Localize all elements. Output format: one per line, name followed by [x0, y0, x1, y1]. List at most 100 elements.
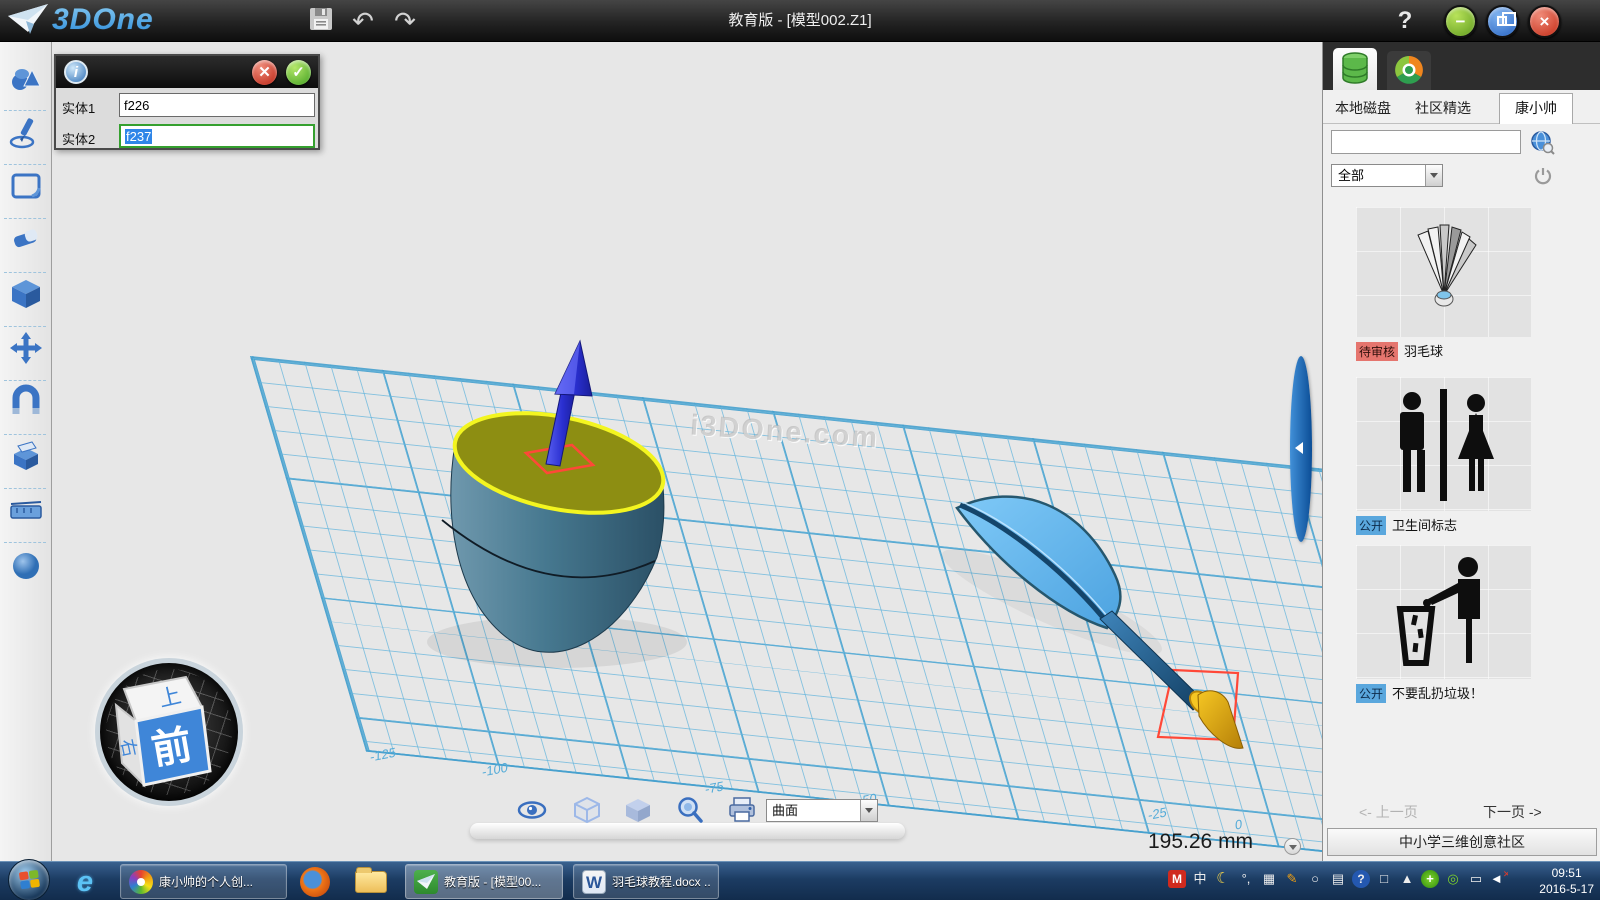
help-tray-icon[interactable]: ?: [1352, 870, 1370, 888]
search-button[interactable]: [1529, 129, 1555, 155]
task-word-document[interactable]: W 羽毛球教程.docx ...: [573, 864, 719, 899]
task-label: 羽毛球教程.docx ...: [612, 873, 710, 890]
wireframe-view-button[interactable]: [572, 795, 602, 825]
status-badge-public: 公开: [1356, 516, 1386, 535]
toolbar-separator: [4, 272, 46, 273]
library-tab[interactable]: [1333, 48, 1377, 90]
dimension-expander[interactable]: [1284, 838, 1301, 855]
undo-button[interactable]: ↶: [348, 6, 378, 36]
dropdown-arrow-button[interactable]: [1425, 165, 1442, 186]
toolbar-item-magnet[interactable]: [8, 384, 44, 420]
entity1-field[interactable]: [119, 93, 315, 117]
firefox-icon[interactable]: [300, 867, 330, 897]
internet-explorer-icon[interactable]: e: [70, 867, 100, 897]
view-cube-widget[interactable]: 上 右 前: [95, 658, 243, 806]
refresh-power-button[interactable]: [1533, 166, 1553, 186]
toolbar-item-feature[interactable]: [8, 276, 44, 312]
chevron-left-icon: [1295, 442, 1303, 454]
community-site-button[interactable]: 中小学三维创意社区: [1327, 828, 1597, 856]
community-tab[interactable]: [1387, 51, 1431, 90]
windows-flag-icon: [19, 870, 41, 891]
restore-button[interactable]: [1486, 5, 1519, 38]
community-panel: 本地磁盘 社区精选 康小帅 全部: [1322, 42, 1600, 861]
render-mode-dropdown[interactable]: 曲面: [766, 799, 878, 822]
move-arrows-icon: [8, 330, 44, 366]
feather-solid[interactable]: [957, 497, 1243, 749]
dialog-ok-button[interactable]: ✓: [286, 60, 311, 85]
clock[interactable]: 09:51 2016-5-17: [1539, 865, 1594, 897]
entity2-field[interactable]: f237: [119, 124, 315, 148]
prev-page-button[interactable]: <- 上一页: [1359, 802, 1418, 822]
panel-collapse-handle[interactable]: [1290, 356, 1312, 542]
tab-community-featured[interactable]: 社区精选: [1415, 98, 1471, 118]
model-item-no-littering[interactable]: [1356, 545, 1531, 679]
restore-icon: [1497, 16, 1507, 26]
help-button[interactable]: ?: [1390, 4, 1420, 38]
redo-icon: ↷: [394, 6, 416, 36]
shield-tray-icon[interactable]: ◎: [1444, 870, 1462, 888]
category-filter-dropdown[interactable]: 全部: [1331, 164, 1443, 187]
status-badge-pending: 待审核: [1356, 342, 1398, 361]
filter-value: 全部: [1338, 168, 1364, 183]
next-page-button[interactable]: 下一页 ->: [1483, 802, 1542, 822]
toolbar-item-material[interactable]: [8, 548, 44, 584]
show-hidden-icons-button[interactable]: ▲: [1398, 870, 1416, 888]
model-item-restroom-sign[interactable]: [1356, 377, 1531, 511]
ime-tray-icon[interactable]: 中: [1191, 870, 1209, 888]
eye-icon: [517, 795, 547, 825]
toolbar-item-sketch[interactable]: [8, 114, 44, 150]
redo-button[interactable]: ↷: [390, 6, 420, 36]
magnifier-icon: [675, 795, 705, 825]
toolbar-item-primitives[interactable]: [8, 60, 44, 96]
toolbar-item-combine[interactable]: [8, 438, 44, 474]
toolbar-separator: [4, 380, 46, 381]
punctuation-tray-icon[interactable]: °,: [1237, 870, 1255, 888]
view-cube[interactable]: 上 右 前: [100, 663, 238, 801]
magnet-icon: [8, 384, 44, 420]
dropdown-arrow-button[interactable]: [860, 800, 877, 821]
minimize-button[interactable]: −: [1444, 5, 1477, 38]
search-tray-icon[interactable]: ○: [1306, 870, 1324, 888]
model-item-shuttlecock[interactable]: [1356, 207, 1531, 337]
window-tray-icon[interactable]: □: [1375, 870, 1393, 888]
left-toolbar: [0, 42, 52, 861]
tab-local-disk[interactable]: 本地磁盘: [1335, 98, 1391, 118]
toolbar-item-move[interactable]: [8, 330, 44, 366]
power-icon: [1533, 166, 1553, 186]
model-item-caption: 公开卫生间标志: [1356, 515, 1457, 533]
dialog-header[interactable]: i ✕ ✓: [56, 56, 318, 88]
explorer-folder-icon[interactable]: [355, 871, 387, 893]
window-title: 教育版 - [模型002.Z1]: [0, 0, 1600, 42]
3d-viewport[interactable]: -125 -100 -75 -50 -25 0 i3DOne.com: [52, 42, 1322, 861]
task-browser-profile[interactable]: 康小帅的个人创...: [120, 864, 287, 899]
shaded-view-button[interactable]: [623, 795, 653, 825]
visibility-button[interactable]: [517, 795, 547, 825]
search-input[interactable]: [1331, 130, 1521, 154]
zoom-button[interactable]: [675, 795, 705, 825]
app-logo-text: 3DOne: [52, 3, 154, 37]
tab-user-kangxiaoshuai[interactable]: 康小帅: [1499, 93, 1573, 124]
toolbar-item-sketch-edit[interactable]: [8, 168, 44, 204]
windows-taskbar: e 康小帅的个人创... 教育版 - [模型00... W 羽毛球教程.docx…: [0, 861, 1600, 900]
status-badge-public: 公开: [1356, 684, 1386, 703]
save-button[interactable]: [306, 6, 336, 36]
render-mode-value: 曲面: [772, 803, 798, 818]
info-icon: i: [64, 60, 88, 84]
document-tray-icon[interactable]: ▤: [1329, 870, 1347, 888]
dialog-cancel-button[interactable]: ✕: [252, 60, 277, 85]
keyboard-tray-icon[interactable]: ▦: [1260, 870, 1278, 888]
network-tray-icon[interactable]: ▭: [1467, 870, 1485, 888]
toolbar-item-eraser[interactable]: [8, 222, 44, 258]
close-button[interactable]: ×: [1528, 5, 1561, 38]
volume-muted-tray-icon[interactable]: ◄: [1490, 870, 1508, 888]
print-button[interactable]: [727, 795, 757, 825]
task-3done[interactable]: 教育版 - [模型00...: [405, 864, 563, 899]
toolbar-item-measure[interactable]: [8, 492, 44, 528]
antivirus-tray-icon[interactable]: +: [1421, 870, 1439, 888]
maxthon-tray-icon[interactable]: M: [1168, 870, 1186, 888]
system-tray: M 中 ☾ °, ▦ ✎ ○ ▤ ? □ ▲ + ◎ ▭ ◄: [1168, 870, 1508, 888]
moon-tray-icon[interactable]: ☾: [1214, 870, 1232, 888]
pen-tool-tray-icon[interactable]: ✎: [1283, 870, 1301, 888]
toolbar-separator: [4, 488, 46, 489]
start-button[interactable]: [8, 859, 50, 900]
